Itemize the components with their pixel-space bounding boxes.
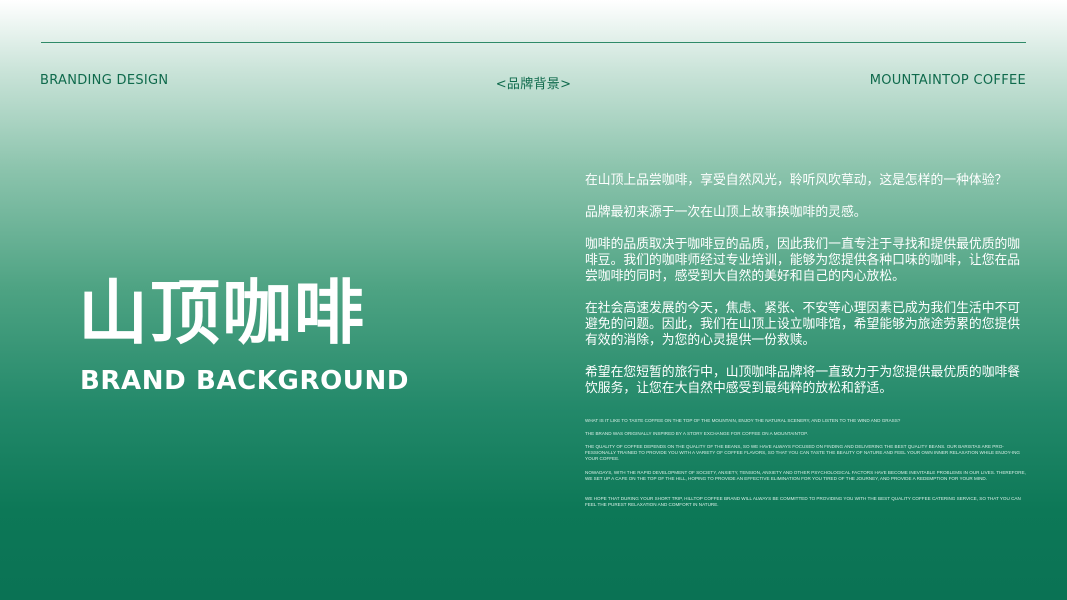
body-zh-paragraph-2: 品牌最初来源于一次在山顶上故事换咖啡的灵感。 bbox=[585, 205, 867, 220]
body-en-paragraph-2: THE BRAND WAS ORIGINALLY INSPIRED BY A S… bbox=[585, 431, 808, 436]
top-divider bbox=[41, 42, 1026, 43]
hero-subtitle: BRAND BACKGROUND bbox=[80, 366, 410, 396]
body-zh-paragraph-4: 在社会高速发展的今天，焦虑、紧张、不安等心理因素已成为我们生活中不可避免的问题。… bbox=[585, 301, 1021, 348]
body-en-paragraph-1: WHAT IS IT LIKE TO TASTE COFFEE ON THE T… bbox=[585, 418, 901, 423]
hero-title: 山顶咖啡 bbox=[78, 272, 366, 354]
body-zh-paragraph-1: 在山顶上品尝咖啡，享受自然风光，聆听风吹草动，这是怎样的一种体验？ bbox=[585, 173, 1008, 188]
header-right-label: MOUNTAINTOP COFFEE bbox=[869, 73, 1026, 88]
body-zh-paragraph-3: 咖啡的品质取决于咖啡豆的品质，因此我们一直专注于寻找和提供最优质的咖啡豆。我们的… bbox=[585, 237, 1021, 284]
body-en-paragraph-4: NOWADAYS, WITH THE RAPID DEVELOPMENT OF … bbox=[585, 470, 1026, 481]
body-en-paragraph-5: WE HOPE THAT DURING YOUR SHORT TRIP, HIL… bbox=[585, 496, 1021, 507]
body-en-paragraph-3: THE QUALITY OF COFFEE DEPENDS ON THE QUA… bbox=[585, 444, 1020, 461]
body-zh-paragraph-5: 希望在您短暂的旅行中，山顶咖啡品牌将一直致力于为您提供最优质的咖啡餐饮服务，让您… bbox=[585, 365, 1021, 396]
